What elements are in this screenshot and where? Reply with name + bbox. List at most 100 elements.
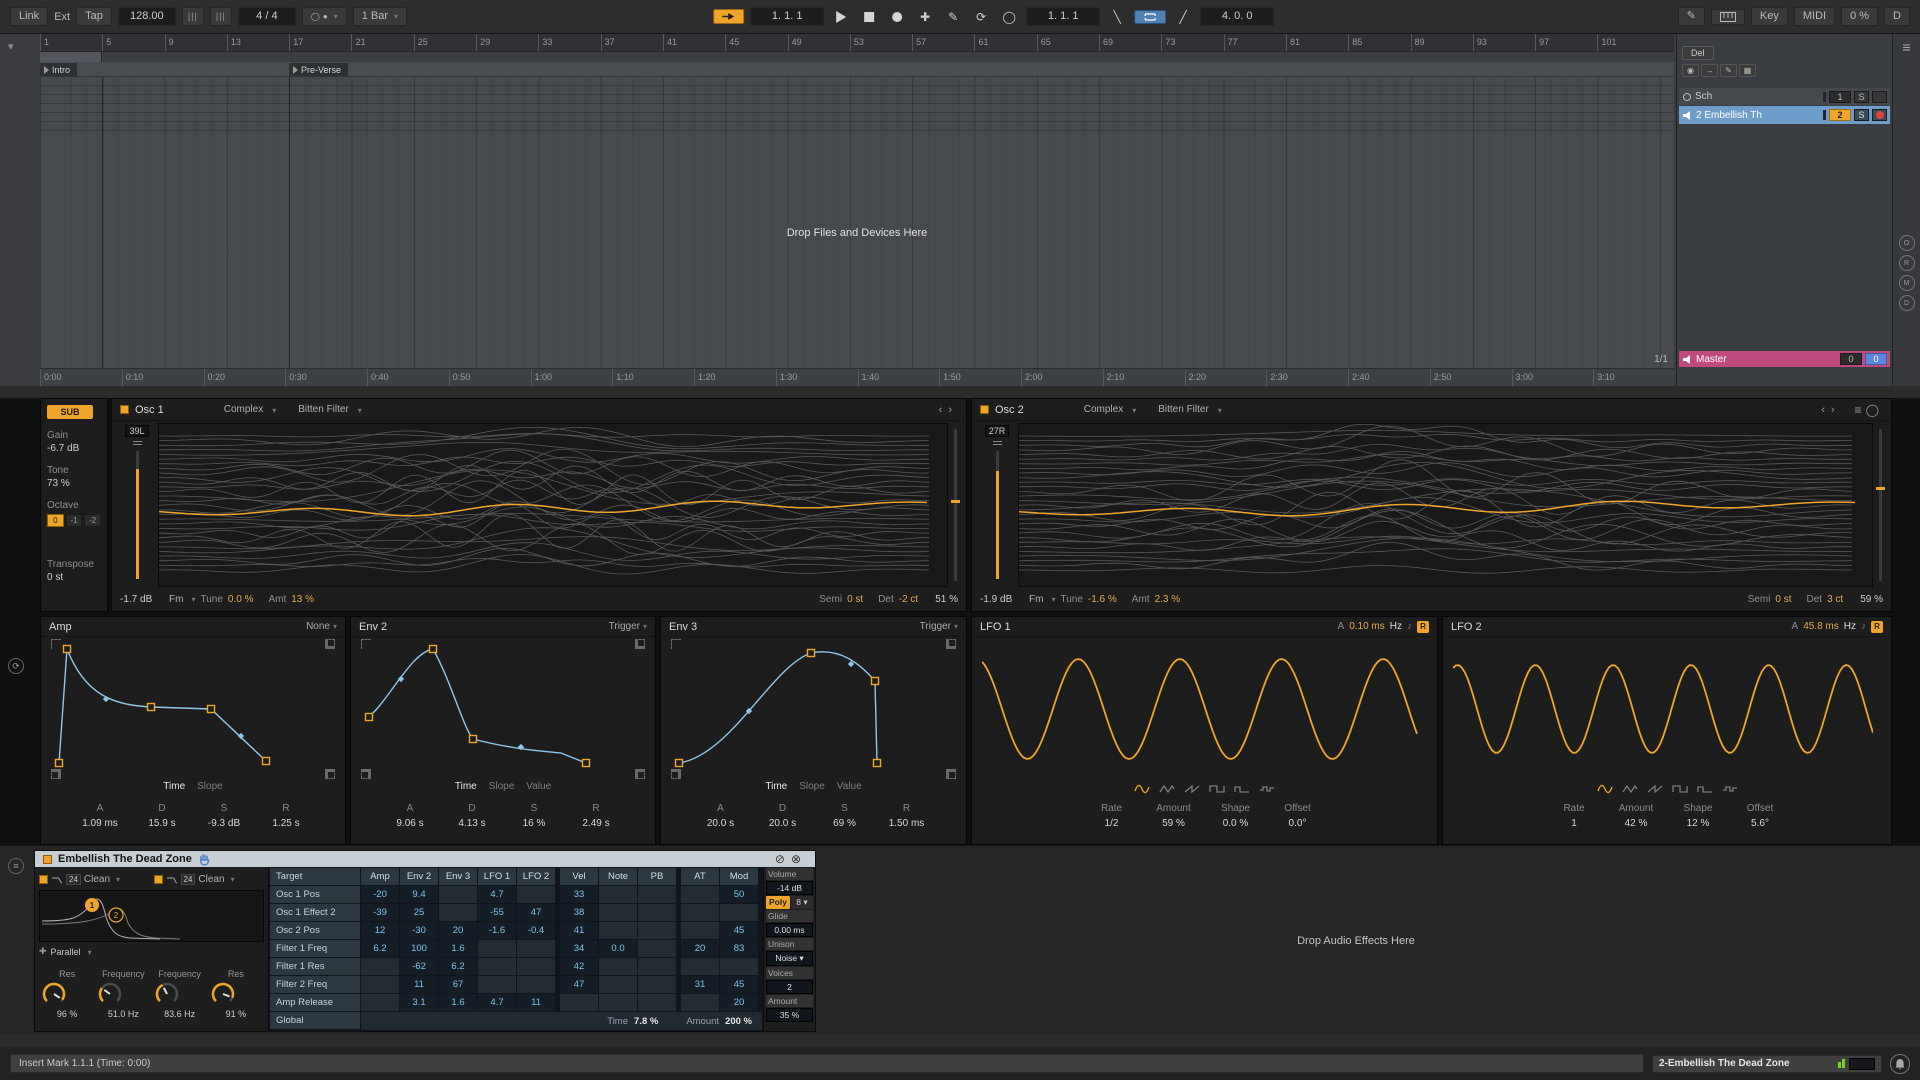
lfo-wave-random-icon[interactable] bbox=[1722, 784, 1738, 794]
lfo-wave-saw-icon[interactable] bbox=[1184, 784, 1200, 794]
env3-envelope-display[interactable] bbox=[671, 639, 956, 779]
punch-in-button[interactable]: ╲ bbox=[1106, 8, 1128, 26]
sub-button[interactable]: SUB bbox=[47, 405, 93, 419]
lfo2-values[interactable]: Rate 1 Amount 42 % Shape 12 % Offset 5.6° bbox=[1443, 803, 1891, 829]
filter2-freq-control[interactable]: Frequency 83.6 Hz bbox=[152, 969, 208, 1019]
lfo-wave-sine-icon[interactable] bbox=[1134, 784, 1150, 794]
device-collapse-icon[interactable]: ⟳ bbox=[8, 658, 24, 674]
matrix-cell[interactable] bbox=[720, 904, 758, 921]
prev-next-table-buttons[interactable]: ‹› bbox=[1821, 404, 1840, 416]
master-out-box[interactable]: 0 bbox=[1840, 353, 1862, 365]
filter2-enable-toggle[interactable] bbox=[153, 874, 163, 884]
param[interactable]: Amount 59 % bbox=[1153, 803, 1195, 829]
matrix-cell[interactable]: 67 bbox=[439, 976, 477, 993]
filter1-slope-selector[interactable]: 24 bbox=[66, 873, 81, 885]
link-button[interactable]: Link bbox=[10, 7, 49, 26]
param[interactable]: D 15.9 s bbox=[141, 803, 183, 829]
note-sync-icon[interactable]: ♪ bbox=[1407, 621, 1412, 632]
matrix-cell[interactable] bbox=[478, 940, 516, 957]
returns-toggle[interactable]: R bbox=[1898, 255, 1915, 271]
delete-button[interactable]: Del bbox=[1682, 46, 1714, 60]
lfo1-attack-value[interactable]: 0.10 ms bbox=[1349, 621, 1385, 632]
current-track-display[interactable]: 2-Embellish The Dead Zone bbox=[1652, 1054, 1882, 1073]
matrix-cell[interactable] bbox=[638, 994, 676, 1011]
env2-loop-mode-menu[interactable]: Trigger bbox=[609, 621, 647, 632]
matrix-cell[interactable]: 4.7 bbox=[478, 886, 516, 903]
arrangement-position-display[interactable]: 1. 1. 1 bbox=[750, 7, 825, 26]
track-header-master[interactable]: Master 0 0 bbox=[1679, 351, 1890, 367]
glide-value[interactable]: 0.00 ms bbox=[766, 923, 813, 937]
matrix-cell[interactable]: 20 bbox=[681, 940, 719, 957]
matrix-cell[interactable]: -39 bbox=[361, 904, 399, 921]
punch-position-display[interactable]: 1. 1. 1 bbox=[1026, 7, 1101, 26]
track-number-box[interactable]: 2 bbox=[1829, 109, 1851, 121]
filter1-res-control[interactable]: Res 96 % bbox=[39, 969, 95, 1019]
osc1-position-value[interactable]: 51 % bbox=[935, 594, 958, 605]
tone-value[interactable]: 73 % bbox=[47, 478, 101, 489]
lfo1-values[interactable]: Rate 1/2 Amount 59 % Shape 0.0 % Offset 0.0° bbox=[972, 803, 1437, 829]
octave-minus1-button[interactable]: -1 bbox=[65, 514, 83, 527]
matrix-cell[interactable] bbox=[638, 922, 676, 939]
play-button[interactable] bbox=[830, 8, 852, 26]
time-ruler[interactable]: 0:00 0:10 0:20 0:30 0:40 0:50 1:00 1:10 1:20 1:30… bbox=[40, 368, 1674, 386]
time-signature-display[interactable]: 4 / 4 bbox=[237, 7, 296, 26]
matrix-cell[interactable] bbox=[439, 904, 477, 921]
matrix-cell[interactable] bbox=[599, 958, 637, 975]
overdub-button[interactable]: ✚ bbox=[914, 8, 936, 26]
osc2-category-menu[interactable]: Complex bbox=[1084, 404, 1123, 415]
stop-button[interactable] bbox=[858, 8, 880, 26]
osc2-wavetable-display[interactable] bbox=[1018, 423, 1873, 587]
filter-routing-menu[interactable]: Parallel bbox=[51, 947, 81, 957]
matrix-cell[interactable]: -0.4 bbox=[517, 922, 555, 939]
matrix-cell[interactable] bbox=[720, 958, 758, 975]
det-value[interactable]: -2 ct bbox=[899, 594, 918, 605]
matrix-cell[interactable] bbox=[599, 976, 637, 993]
matrix-cell[interactable]: -62 bbox=[400, 958, 438, 975]
semi-value[interactable]: 0 st bbox=[1775, 594, 1791, 605]
matrix-cell[interactable] bbox=[681, 922, 719, 939]
loop-length-display[interactable]: 4. 0. 0 bbox=[1200, 7, 1275, 26]
matrix-cell[interactable]: 3.1 bbox=[400, 994, 438, 1011]
delay-toggle[interactable]: D bbox=[1898, 295, 1915, 311]
key-map-button[interactable]: Key bbox=[1750, 7, 1788, 26]
filter2-slope-selector[interactable]: 24 bbox=[180, 873, 196, 885]
matrix-cell[interactable] bbox=[638, 886, 676, 903]
filter2-res-control[interactable]: Res 91 % bbox=[208, 969, 264, 1019]
matrix-cell[interactable]: 20 bbox=[439, 922, 477, 939]
lfo-wave-pulse-icon[interactable] bbox=[1696, 784, 1713, 794]
tempo-display[interactable]: 128.00 bbox=[117, 7, 176, 26]
loop-button[interactable] bbox=[1134, 9, 1167, 24]
env2-envelope-display[interactable] bbox=[361, 639, 645, 779]
matrix-cell[interactable]: 1.6 bbox=[439, 994, 477, 1011]
expand-view-icon[interactable]: ◯ bbox=[1866, 403, 1883, 417]
env2-tabs[interactable]: Time Slope Value bbox=[351, 781, 655, 797]
transpose-value[interactable]: 0 st bbox=[47, 572, 101, 583]
param[interactable]: D 20.0 s bbox=[762, 803, 804, 829]
param[interactable]: D 4.13 s bbox=[451, 803, 493, 829]
matrix-cell[interactable] bbox=[361, 976, 399, 993]
octave-minus2-button[interactable]: -2 bbox=[84, 514, 102, 527]
amt-value[interactable]: 2.3 % bbox=[1155, 594, 1181, 605]
param[interactable]: A 9.06 s bbox=[389, 803, 431, 829]
retrigger-toggle[interactable]: R bbox=[1417, 620, 1429, 633]
matrix-cell[interactable]: 11 bbox=[400, 976, 438, 993]
octave-0-button[interactable]: 0 bbox=[47, 514, 64, 527]
tune-value[interactable]: -1.6 % bbox=[1088, 594, 1117, 605]
matrix-cell[interactable]: 83 bbox=[720, 940, 758, 957]
osc1-table-menu[interactable]: Bitten Filter bbox=[298, 404, 349, 415]
poly-voices-menu[interactable]: 8 ▾ bbox=[790, 896, 813, 909]
matrix-cell[interactable]: 6.2 bbox=[439, 958, 477, 975]
osc1-gain-slider[interactable] bbox=[135, 451, 139, 579]
osc1-position-slider[interactable] bbox=[948, 423, 962, 587]
matrix-cell[interactable] bbox=[517, 940, 555, 957]
midi-map-button[interactable]: MIDI bbox=[1793, 7, 1836, 26]
lfo-wave-triangle-icon[interactable] bbox=[1621, 784, 1638, 794]
metronome-button[interactable]: ◯ ● bbox=[301, 7, 347, 26]
matrix-cell[interactable] bbox=[599, 904, 637, 921]
computer-midi-keyboard-button[interactable] bbox=[1710, 8, 1745, 25]
param[interactable]: Offset 0.0° bbox=[1277, 803, 1319, 829]
poly-mode-button[interactable]: Poly bbox=[766, 896, 790, 909]
matrix-cell[interactable]: 11 bbox=[517, 994, 555, 1011]
matrix-cell[interactable] bbox=[638, 940, 676, 957]
matrix-cell[interactable] bbox=[478, 976, 516, 993]
